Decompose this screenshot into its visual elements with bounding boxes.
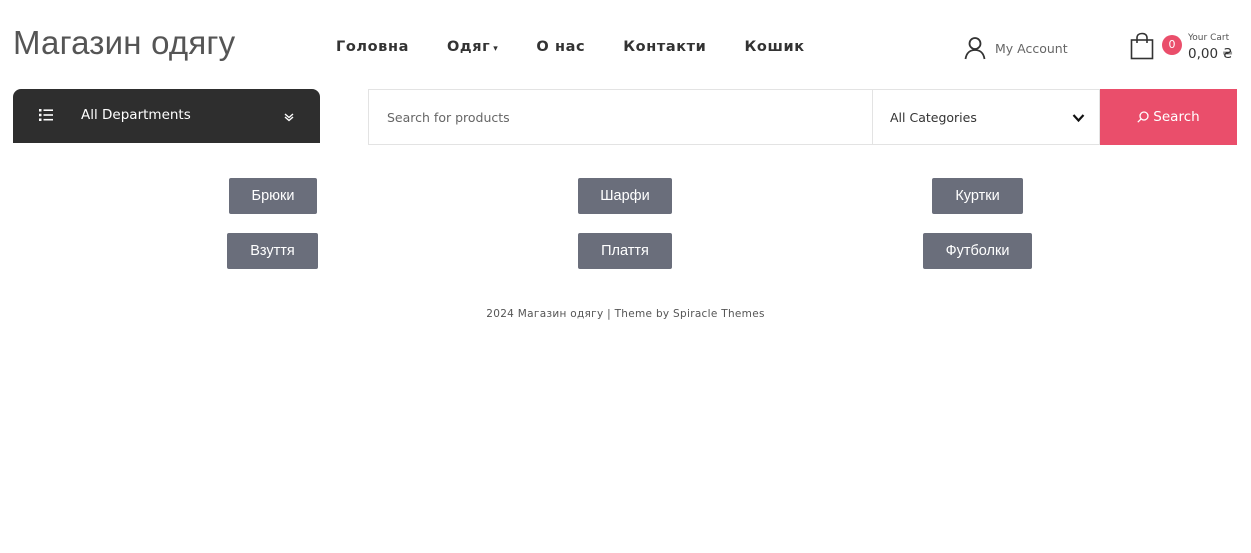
category-button-scarves[interactable]: Шарфи (578, 178, 672, 214)
nav-item-contacts[interactable]: Контакти (623, 39, 706, 55)
my-account-link[interactable]: My Account (964, 36, 1068, 60)
list-icon (39, 109, 53, 121)
cart-count-badge: 0 (1162, 35, 1182, 55)
nav-item-label: Головна (336, 39, 409, 55)
user-icon (964, 37, 986, 60)
search-input[interactable] (368, 89, 872, 145)
nav-item-clothing[interactable]: Одяг ▾ (447, 39, 498, 55)
nav-item-label: Кошик (744, 39, 805, 55)
chevron-down-icon (1072, 114, 1085, 123)
cart-label: Your Cart (1188, 33, 1230, 43)
category-button-trousers[interactable]: Брюки (229, 178, 317, 214)
category-button-shoes[interactable]: Взуття (227, 233, 318, 269)
nav-item-cart[interactable]: Кошик (744, 39, 804, 55)
all-departments-label: All Departments (81, 107, 191, 123)
category-button-jackets[interactable]: Куртки (932, 178, 1023, 214)
category-select-value: All Categories (890, 109, 977, 125)
category-select[interactable]: All Categories (872, 89, 1100, 145)
all-departments-dropdown[interactable]: All Departments (13, 89, 320, 143)
nav-item-home[interactable]: Головна (336, 39, 409, 55)
caret-down-icon: ▾ (493, 43, 499, 54)
nav-item-label: Контакти (623, 39, 707, 55)
shopping-bag-icon (1130, 32, 1154, 60)
my-account-label: My Account (995, 40, 1068, 56)
footer-credits: 2024 Магазин одягу | Theme by Spiracle T… (486, 308, 765, 320)
search-bar: All Categories Search (368, 89, 1237, 145)
category-button-tshirts[interactable]: Футболки (923, 233, 1032, 269)
search-button[interactable]: Search (1100, 89, 1237, 145)
main-nav: Головна Одяг ▾ О нас Контакти Кошик (336, 39, 843, 55)
nav-item-about[interactable]: О нас (536, 39, 585, 55)
category-button-dresses[interactable]: Плаття (578, 233, 672, 269)
chevron-down-icon (284, 113, 294, 122)
search-icon (1137, 111, 1149, 123)
nav-item-label: О нас (536, 39, 586, 55)
nav-item-label: Одяг (446, 39, 491, 55)
search-button-label: Search (1153, 109, 1200, 125)
site-title[interactable]: Магазин одягу (13, 24, 235, 62)
cart-total: 0,00 ₴ (1188, 46, 1233, 62)
